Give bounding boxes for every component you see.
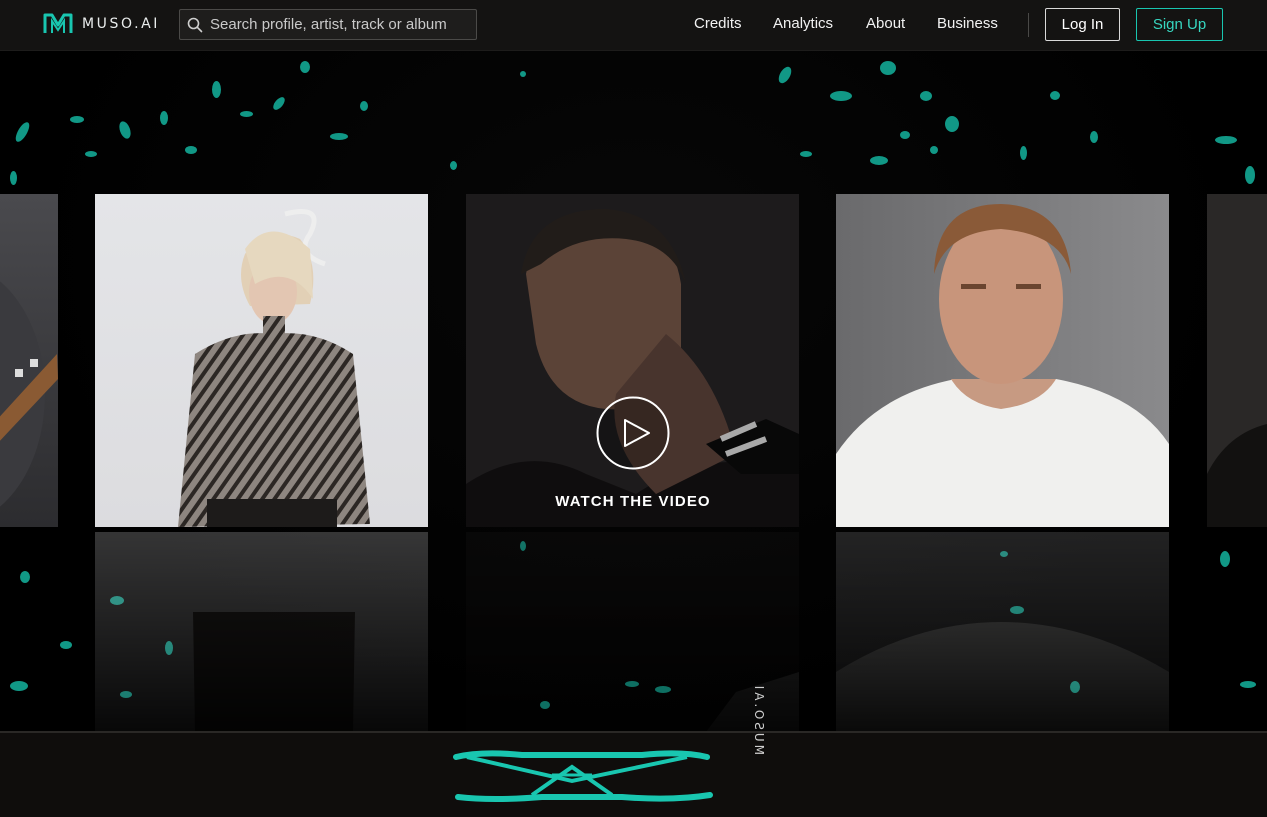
band-logo-text: MUSO.AI bbox=[752, 682, 766, 755]
brand-band: MUSO.AI bbox=[0, 683, 1267, 817]
reflection-man-white-tee bbox=[836, 532, 1169, 731]
nav-business[interactable]: Business bbox=[937, 15, 998, 32]
reflection-man-tattoo bbox=[466, 532, 799, 731]
artist-tile-man-white-tee[interactable] bbox=[836, 194, 1169, 527]
nav-about[interactable]: About bbox=[866, 15, 905, 32]
hero-video-banner[interactable]: WATCH THE VIDEO bbox=[0, 51, 1267, 731]
search-icon bbox=[180, 17, 210, 33]
play-icon[interactable] bbox=[596, 396, 670, 470]
nav-divider bbox=[1028, 13, 1029, 37]
artist-tile-guitarist[interactable] bbox=[0, 194, 58, 527]
artist-tile-woman[interactable] bbox=[95, 194, 428, 527]
band-logo-text-wrap: MUSO.AI bbox=[748, 683, 818, 803]
muso-logo-icon bbox=[43, 13, 73, 33]
artist-tile-edge[interactable] bbox=[1207, 194, 1267, 527]
signup-button[interactable]: Sign Up bbox=[1136, 8, 1223, 41]
logo-text: MUSO.AI bbox=[82, 16, 161, 32]
search-box[interactable] bbox=[179, 9, 477, 40]
top-navigation-bar: MUSO.AI Credits Analytics About Business… bbox=[0, 0, 1267, 51]
login-button[interactable]: Log In bbox=[1045, 8, 1120, 41]
reflection-woman bbox=[95, 532, 428, 731]
nav-analytics[interactable]: Analytics bbox=[773, 15, 833, 32]
artist-tile-man-tattoo[interactable] bbox=[466, 194, 799, 527]
nav-credits[interactable]: Credits bbox=[694, 15, 742, 32]
brand-logo[interactable]: MUSO.AI bbox=[43, 13, 160, 35]
search-input[interactable] bbox=[210, 16, 470, 33]
watch-video-link[interactable]: WATCH THE VIDEO bbox=[520, 493, 746, 510]
muso-logo-large-icon bbox=[453, 750, 713, 802]
